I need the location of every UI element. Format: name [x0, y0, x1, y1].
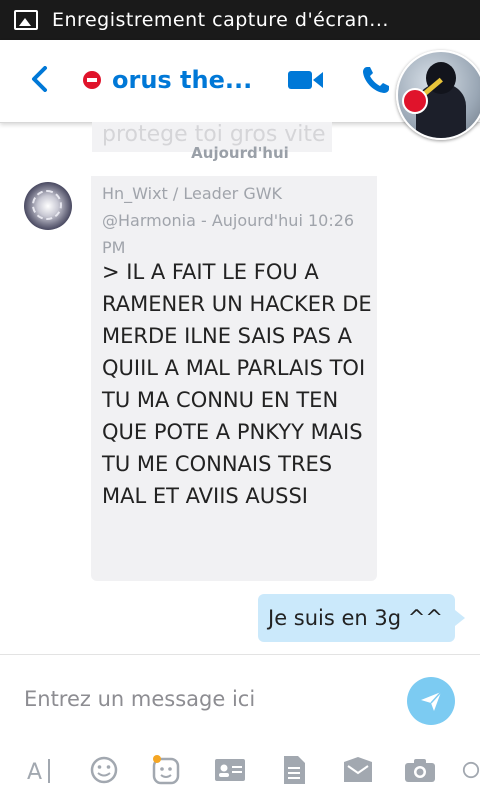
back-arrow-icon[interactable] [30, 66, 48, 92]
screenshot-icon [14, 10, 38, 30]
phone-call-icon[interactable] [360, 64, 392, 96]
svg-text:A: A [27, 760, 42, 785]
date-separator: Aujourd'hui [191, 144, 289, 162]
text-format-icon[interactable]: A [24, 754, 56, 786]
contact-card-icon[interactable] [214, 754, 246, 786]
contact-name[interactable]: orus the... [112, 66, 252, 94]
sender-name: Hn_Wixt / Leader GWK [102, 184, 283, 203]
message-composer [0, 654, 480, 745]
status-bar: Enregistrement capture d'écran... [0, 0, 480, 40]
more-icon[interactable] [462, 754, 480, 786]
presence-dnd-icon [83, 71, 101, 89]
camera-icon[interactable] [404, 754, 436, 786]
composer-toolbar: A [0, 744, 480, 800]
emoticon-icon[interactable] [88, 754, 120, 786]
send-button[interactable] [407, 677, 455, 725]
file-icon[interactable] [278, 754, 310, 786]
video-call-icon[interactable] [287, 68, 325, 92]
chat-header: orus the... [0, 40, 480, 140]
moji-icon[interactable] [150, 754, 182, 786]
notification-badge [402, 88, 428, 114]
send-money-icon[interactable] [342, 754, 374, 786]
sender-avatar[interactable] [24, 182, 72, 230]
status-bar-title: Enregistrement capture d'écran... [52, 9, 389, 31]
send-icon [421, 691, 442, 711]
incoming-message-text: > IL A FAIT LE FOU A RAMENER UN HACKER D… [102, 260, 372, 508]
outgoing-message-bubble[interactable]: Je suis en 3g ^^ [258, 594, 465, 642]
incoming-message-bubble[interactable]: Hn_Wixt / Leader GWK @Harmonia - Aujourd… [91, 176, 377, 581]
message-input[interactable] [14, 677, 394, 721]
message-meta: Hn_Wixt / Leader GWK @Harmonia - Aujourd… [102, 180, 372, 261]
message-timestamp: @Harmonia - Aujourd'hui 10:26 PM [102, 211, 355, 257]
